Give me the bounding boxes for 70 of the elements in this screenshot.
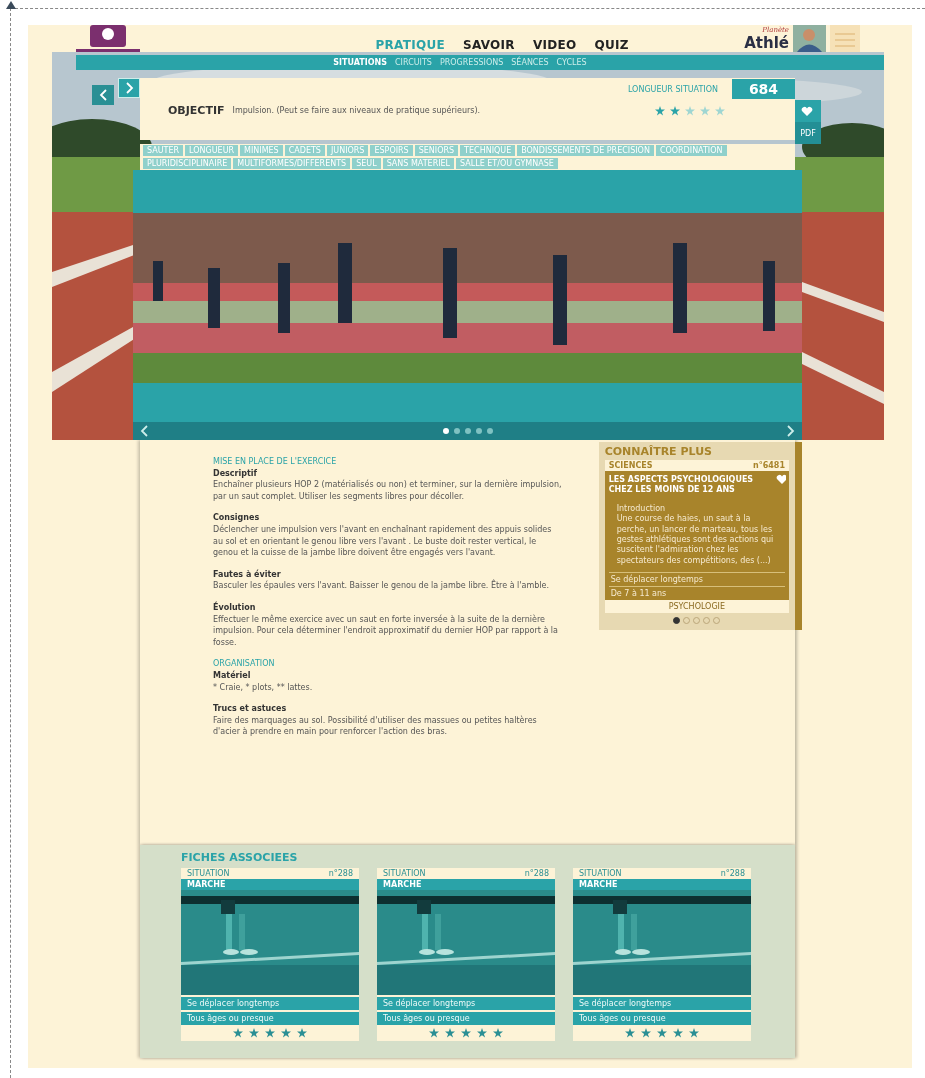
star-icon [657,1028,667,1038]
heart-icon [776,474,786,484]
field-heading: Descriptif [213,467,259,480]
field-heading: Matériel [213,669,252,682]
star-icon [689,1028,699,1038]
carousel-dot[interactable] [703,617,711,625]
star-icon [281,1028,291,1038]
card-category: SITUATION [579,869,622,878]
carousel-dot[interactable] [693,617,701,625]
logo-icon[interactable] [76,25,140,52]
star-icon [673,1028,683,1038]
card-title: MARCHE [573,879,751,890]
card-meta: Se déplacer longtemps [181,997,359,1010]
field-heading: Évolution [213,601,257,614]
star-icon [493,1028,503,1038]
related-card[interactable]: SITUATION n°288 MARCHE Se déplacer longtemps Tous âges ou presque [377,868,555,1041]
related-card[interactable]: SITUATION n°288 MARCHE Se déplacer longtemps Tous âges ou presque [181,868,359,1041]
section-title: ORGANISATION [213,658,276,670]
field-heading: Trucs et astuces [213,703,288,715]
card-number: n°288 [524,869,549,878]
star-icon [477,1028,487,1038]
card-title: MARCHE [377,879,555,890]
star-icon [461,1028,471,1038]
star-icon [297,1028,307,1038]
card-number: n°288 [720,869,745,878]
nav-link[interactable]: QUIZ [594,38,629,52]
field-text: Effectuer le même exercice avec un saut en forte inversée à la suite de la dernière impulsion. Pour cela déterminer l'endroit approximatif du dernier HOP par rapport à la fosse. [213,613,559,649]
card-meta: Tous âges ou presque [377,1012,555,1025]
field-heading: Fautes à éviter [213,568,282,580]
star-icon [233,1028,243,1038]
field-text: Basculer les épaules vers l'avant. Baisser le genou de la jambe libre. Être à l'amble. [213,580,550,592]
article-footer: PSYCHOLOGIE [604,600,789,614]
article-category: SCIENCES [608,461,653,470]
brand-name: Athlé [744,34,789,52]
article-title: LES ASPECTS PSYCHOLOGIQUES CHEZ LES MOINS DE 12 ANS [608,475,755,496]
star-icon [641,1028,651,1038]
field-text: * Craie, * plots, ** lattes. [213,681,314,694]
article-excerpt: Une course de haies, un saut à la perche, un lancer de marteau, tous les gestes athlétiques sont des actions qui suscitent l'admiration chez les spectateurs des compétitions, des (...) [616,514,775,567]
carousel-dot[interactable] [683,617,691,625]
card-meta: Tous âges ou presque [181,1012,359,1025]
star-icon [625,1028,635,1038]
field-text: Déclencher une impulsion vers l'avant en enchaînant rapidement des appuis solides au sol et en orientant le genou libre vers l'avant . Le buste doit rester vertical, le genou et la cuisse de la jambe libre doivent être engagés vers l'avant. [213,523,553,559]
field-text: Enchaîner plusieurs HOP 2 (matérialisés ou non) et terminer, sur la dernière impulsion, par un saut complet. Utiliser les segments libres pour décoller. [213,479,563,503]
card-category: SITUATION [383,869,426,878]
field-heading: Consignes [213,512,261,524]
sidebar-title: CONNAÎTRE PLUS [604,445,713,458]
card-category: SITUATION [187,869,230,878]
star-icon [265,1028,275,1038]
carousel-dot[interactable] [713,617,721,625]
nav-link[interactable]: SAVOIR [463,38,515,52]
card-meta: Se déplacer longtemps [573,997,751,1010]
article-number: n°6481 [753,461,785,470]
card-number: n°288 [328,869,353,878]
article-meta: Se déplacer longtemps [608,572,785,587]
star-icon [429,1028,439,1038]
section-title: FICHES ASSOCIEES [181,851,299,864]
carousel-dot[interactable] [673,617,681,625]
card-title: MARCHE [181,879,359,890]
arrow-icon [5,1,17,10]
card-meta: Tous âges ou presque [573,1012,751,1025]
nav-link[interactable]: PRATIQUE [375,38,445,52]
star-icon [445,1028,455,1038]
card-meta: Se déplacer longtemps [377,997,555,1010]
nav-link[interactable]: VIDEO [532,38,577,52]
article-intro: Introduction [616,503,667,514]
star-icon [249,1028,259,1038]
section-title: MISE EN PLACE DE L'EXERCICE [213,456,338,468]
avatar-icon [793,25,826,52]
related-card[interactable]: SITUATION n°288 MARCHE Se déplacer longtemps Tous âges ou presque [573,868,751,1041]
field-text: Faire des marquages au sol. Possibilité d'utiliser des massues ou petites haltères d'acier à prendre en main pour renforcer l'action des bras. [213,714,538,738]
